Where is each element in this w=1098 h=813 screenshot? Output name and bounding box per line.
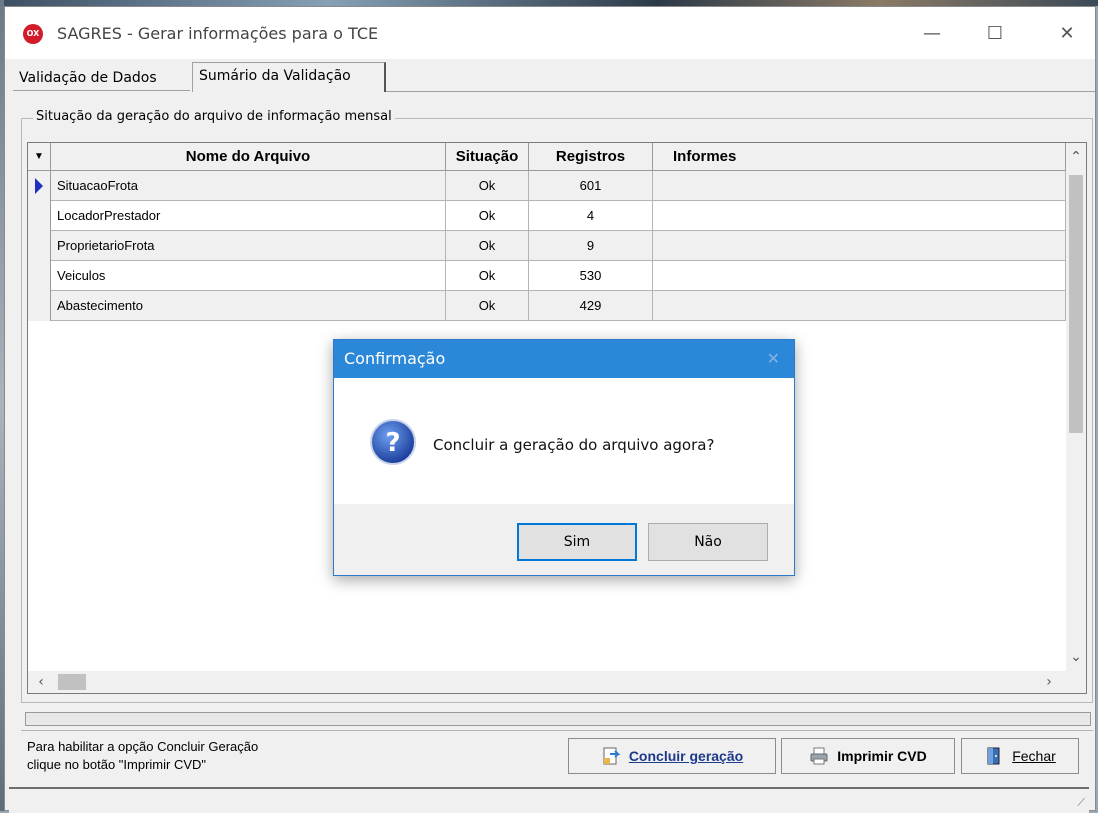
fechar-button[interactable]: Fechar: [961, 738, 1079, 774]
door-exit-icon: [984, 746, 1004, 766]
cell-informes[interactable]: [653, 201, 1066, 231]
cell-informes[interactable]: [653, 291, 1066, 321]
close-button[interactable]: ✕: [1045, 17, 1089, 51]
cell-situacao[interactable]: Ok: [446, 171, 529, 201]
row-indicator[interactable]: [28, 291, 51, 321]
minimize-button[interactable]: —: [910, 17, 954, 51]
sim-button[interactable]: Sim: [517, 523, 637, 561]
horizontal-scroll-thumb[interactable]: [58, 674, 86, 690]
row-selected-indicator-icon[interactable]: [28, 171, 51, 201]
scroll-right-icon[interactable]: ›: [1040, 672, 1058, 692]
table-row[interactable]: LocadorPrestador Ok 4: [28, 201, 1066, 231]
cell-informes[interactable]: [653, 231, 1066, 261]
svg-text:?: ?: [385, 428, 400, 458]
cell-registros[interactable]: 429: [529, 291, 653, 321]
cell-registros[interactable]: 9: [529, 231, 653, 261]
cell-name[interactable]: Veiculos: [51, 261, 446, 291]
vertical-scrollbar[interactable]: ⌃ ⌄: [1066, 143, 1086, 671]
cell-name[interactable]: Abastecimento: [51, 291, 446, 321]
tab-sumario-validacao[interactable]: Sumário da Validação: [192, 62, 386, 92]
hint-text: Para habilitar a opção Concluir Geração …: [27, 738, 258, 774]
nao-button[interactable]: Não: [648, 523, 768, 561]
status-bar: ⟋: [9, 787, 1089, 813]
concluir-geracao-button[interactable]: Concluir geração: [568, 738, 776, 774]
document-arrow-icon: [601, 746, 621, 766]
cell-situacao[interactable]: Ok: [446, 261, 529, 291]
progress-bar: [25, 712, 1091, 726]
column-header-nome[interactable]: Nome do Arquivo: [51, 143, 446, 171]
cell-informes[interactable]: [653, 171, 1066, 201]
cell-situacao[interactable]: Ok: [446, 231, 529, 261]
group-legend: Situação da geração do arquivo de inform…: [33, 109, 395, 124]
table-row[interactable]: Abastecimento Ok 429: [28, 291, 1066, 321]
dialog-title-bar[interactable]: Confirmação ✕: [334, 340, 794, 378]
title-bar[interactable]: OX SAGRES - Gerar informações para o TCE…: [5, 7, 1095, 59]
imprimir-cvd-label: Imprimir CVD: [837, 748, 927, 764]
column-header-informes[interactable]: Informes: [653, 143, 1066, 171]
hint-line-2: clique no botão "Imprimir CVD": [27, 757, 207, 772]
cell-registros[interactable]: 530: [529, 261, 653, 291]
printer-icon: [809, 746, 829, 766]
cell-situacao[interactable]: Ok: [446, 291, 529, 321]
table-row[interactable]: Veiculos Ok 530: [28, 261, 1066, 291]
horizontal-scrollbar[interactable]: ‹ ›: [28, 671, 1086, 693]
app-logo-icon: OX: [23, 24, 43, 44]
cell-situacao[interactable]: Ok: [446, 201, 529, 231]
dialog-close-icon[interactable]: ✕: [767, 340, 780, 378]
row-indicator[interactable]: [28, 231, 51, 261]
imprimir-cvd-button[interactable]: Imprimir CVD: [781, 738, 955, 774]
concluir-geracao-label: Concluir geração: [628, 748, 744, 764]
column-header-situacao[interactable]: Situação: [446, 143, 529, 171]
cell-registros[interactable]: 4: [529, 201, 653, 231]
dialog-title: Confirmação: [344, 349, 446, 368]
footer-divider: [21, 730, 1093, 731]
table-row[interactable]: SituacaoFrota Ok 601: [28, 171, 1066, 201]
scroll-down-icon[interactable]: ⌄: [1067, 647, 1085, 667]
cell-name[interactable]: LocadorPrestador: [51, 201, 446, 231]
grid-menu-icon[interactable]: ▼: [28, 143, 51, 171]
scroll-up-icon[interactable]: ⌃: [1067, 147, 1085, 167]
table-row[interactable]: ProprietarioFrota Ok 9: [28, 231, 1066, 261]
window-title: SAGRES - Gerar informações para o TCE: [57, 24, 379, 43]
question-icon: ?: [369, 418, 417, 466]
vertical-scroll-thumb[interactable]: [1069, 175, 1083, 433]
resize-grip-icon[interactable]: ⟋: [1077, 797, 1085, 810]
cell-registros[interactable]: 601: [529, 171, 653, 201]
confirmation-dialog: Confirmação ✕ ? Concluir a geração do ar…: [333, 339, 795, 576]
cell-informes[interactable]: [653, 261, 1066, 291]
cell-name[interactable]: ProprietarioFrota: [51, 231, 446, 261]
tab-strip-divider: [386, 91, 1095, 92]
fechar-label: Fechar: [1012, 748, 1056, 764]
column-header-registros[interactable]: Registros: [529, 143, 653, 171]
dialog-message: Concluir a geração do arquivo agora?: [433, 436, 715, 454]
scroll-left-icon[interactable]: ‹: [32, 672, 50, 692]
tab-validacao-dados[interactable]: Validação de Dados: [13, 65, 190, 91]
cell-name[interactable]: SituacaoFrota: [51, 171, 446, 201]
row-indicator[interactable]: [28, 201, 51, 231]
maximize-button[interactable]: ☐: [973, 17, 1017, 51]
row-indicator[interactable]: [28, 261, 51, 291]
hint-line-1: Para habilitar a opção Concluir Geração: [27, 739, 259, 754]
